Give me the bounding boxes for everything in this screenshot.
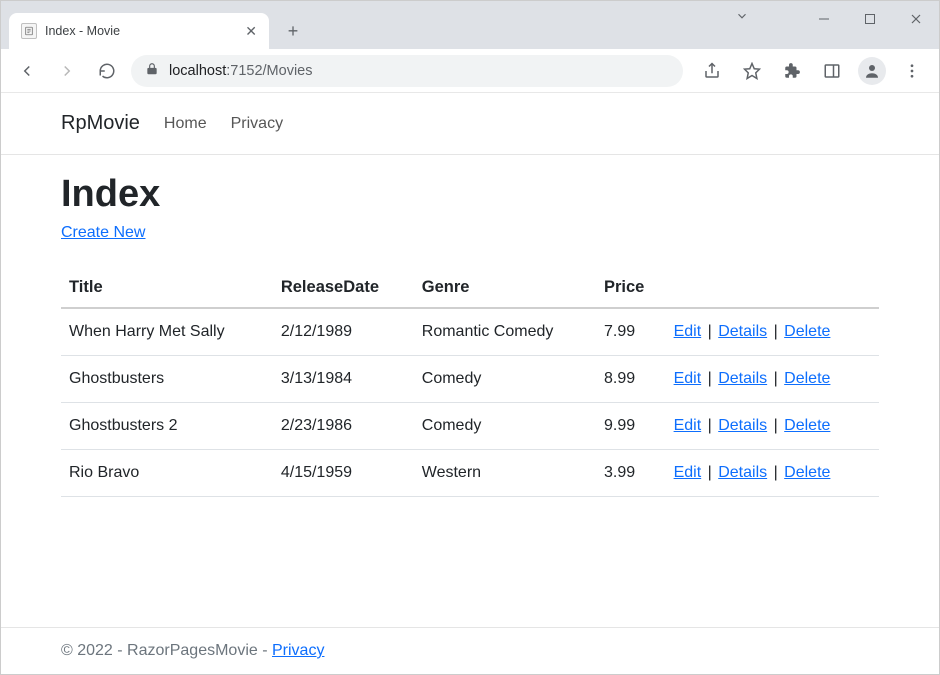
- edit-link[interactable]: Edit: [674, 323, 702, 340]
- cell-actions: Edit | Details | Delete: [666, 356, 879, 403]
- window-minimize-button[interactable]: [801, 1, 847, 37]
- table-row: When Harry Met Sally2/12/1989Romantic Co…: [61, 308, 879, 356]
- side-panel-icon[interactable]: [815, 54, 849, 88]
- bookmark-star-icon[interactable]: [735, 54, 769, 88]
- cell-title: Rio Bravo: [61, 450, 273, 497]
- cell-title: Ghostbusters: [61, 356, 273, 403]
- table-row: Ghostbusters3/13/1984Comedy8.99Edit | De…: [61, 356, 879, 403]
- cell-genre: Western: [414, 450, 596, 497]
- tab-favicon-icon: [21, 23, 37, 39]
- cell-title: When Harry Met Sally: [61, 308, 273, 356]
- details-link[interactable]: Details: [718, 464, 767, 481]
- cell-price: 3.99: [596, 450, 666, 497]
- footer-text: © 2022 - RazorPagesMovie -: [61, 642, 272, 659]
- details-link[interactable]: Details: [718, 417, 767, 434]
- cell-price: 7.99: [596, 308, 666, 356]
- cell-actions: Edit | Details | Delete: [666, 308, 879, 356]
- cell-genre: Romantic Comedy: [414, 308, 596, 356]
- extensions-icon[interactable]: [775, 54, 809, 88]
- app-navbar: RpMovie Home Privacy: [1, 93, 939, 155]
- share-icon[interactable]: [695, 54, 729, 88]
- browser-tab[interactable]: Index - Movie ✕: [9, 13, 269, 49]
- reload-button[interactable]: [91, 55, 123, 87]
- address-bar[interactable]: localhost:7152/Movies: [131, 55, 683, 87]
- browser-toolbar: localhost:7152/Movies: [1, 49, 939, 93]
- page-footer: © 2022 - RazorPagesMovie - Privacy: [1, 627, 939, 674]
- delete-link[interactable]: Delete: [784, 417, 830, 434]
- tabs-dropdown-icon[interactable]: [735, 9, 749, 28]
- create-new-link[interactable]: Create New: [61, 224, 145, 242]
- nav-privacy[interactable]: Privacy: [231, 115, 283, 133]
- window-titlebar: Index - Movie ✕ +: [1, 1, 939, 49]
- cell-genre: Comedy: [414, 403, 596, 450]
- details-link[interactable]: Details: [718, 370, 767, 387]
- table-row: Ghostbusters 22/23/1986Comedy9.99Edit | …: [61, 403, 879, 450]
- edit-link[interactable]: Edit: [674, 370, 702, 387]
- details-link[interactable]: Details: [718, 323, 767, 340]
- tab-close-icon[interactable]: ✕: [245, 23, 257, 40]
- nav-home[interactable]: Home: [164, 115, 207, 133]
- cell-genre: Comedy: [414, 356, 596, 403]
- cell-actions: Edit | Details | Delete: [666, 450, 879, 497]
- address-host: localhost:7152/Movies: [169, 63, 312, 79]
- cell-actions: Edit | Details | Delete: [666, 403, 879, 450]
- delete-link[interactable]: Delete: [784, 464, 830, 481]
- cell-release-date: 3/13/1984: [273, 356, 414, 403]
- table-row: Rio Bravo4/15/1959Western3.99Edit | Deta…: [61, 450, 879, 497]
- new-tab-button[interactable]: +: [279, 17, 307, 45]
- col-price: Price: [596, 268, 666, 308]
- tab-title: Index - Movie: [45, 24, 237, 38]
- edit-link[interactable]: Edit: [674, 464, 702, 481]
- back-button[interactable]: [11, 55, 43, 87]
- cell-price: 9.99: [596, 403, 666, 450]
- menu-kebab-icon[interactable]: [895, 54, 929, 88]
- profile-avatar[interactable]: [855, 54, 889, 88]
- forward-button[interactable]: [51, 55, 83, 87]
- col-release-date: ReleaseDate: [273, 268, 414, 308]
- brand-link[interactable]: RpMovie: [61, 112, 140, 135]
- cell-price: 8.99: [596, 356, 666, 403]
- cell-title: Ghostbusters 2: [61, 403, 273, 450]
- cell-release-date: 2/12/1989: [273, 308, 414, 356]
- col-title: Title: [61, 268, 273, 308]
- col-actions: [666, 268, 879, 308]
- col-genre: Genre: [414, 268, 596, 308]
- page-content: Index Create New Title ReleaseDate Genre…: [1, 155, 939, 627]
- page-heading: Index: [61, 173, 879, 216]
- movies-table: Title ReleaseDate Genre Price When Harry…: [61, 268, 879, 497]
- footer-privacy-link[interactable]: Privacy: [272, 642, 324, 659]
- delete-link[interactable]: Delete: [784, 323, 830, 340]
- cell-release-date: 4/15/1959: [273, 450, 414, 497]
- cell-release-date: 2/23/1986: [273, 403, 414, 450]
- window-close-button[interactable]: [893, 1, 939, 37]
- window-maximize-button[interactable]: [847, 1, 893, 37]
- edit-link[interactable]: Edit: [674, 417, 702, 434]
- delete-link[interactable]: Delete: [784, 370, 830, 387]
- lock-icon: [145, 62, 159, 80]
